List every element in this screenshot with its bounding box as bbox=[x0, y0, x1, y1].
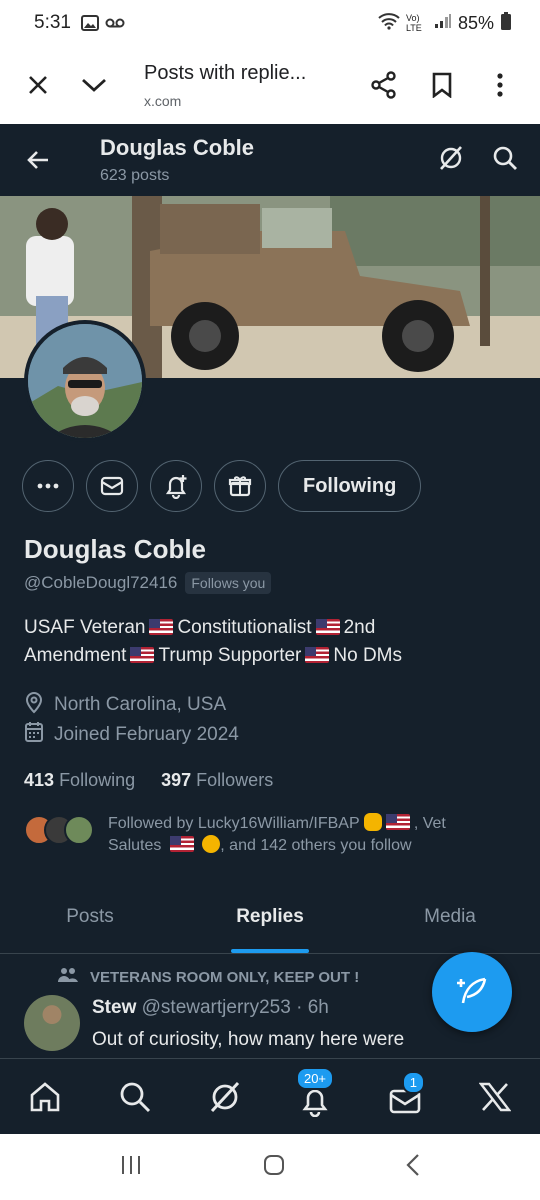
followers-label: Followers bbox=[196, 770, 274, 790]
tweet-text: Out of curiosity, how many here were bbox=[92, 1029, 405, 1050]
flexed-biceps-icon bbox=[363, 813, 382, 831]
saluting-face-icon bbox=[202, 835, 221, 853]
followed-by-part: Followed by Lucky16William/IFBAP bbox=[108, 815, 360, 832]
followed-by-row[interactable]: Followed by Lucky16William/IFBAP , Vet S… bbox=[24, 813, 508, 857]
following-label: Following bbox=[59, 770, 136, 790]
battery-percent: 85% bbox=[457, 12, 494, 33]
tweet-author-handle: @stewartjerry253 bbox=[141, 997, 291, 1018]
bio-text: No DMs bbox=[333, 645, 402, 666]
profile-avatar[interactable] bbox=[24, 320, 146, 442]
page-title: Posts with replie... bbox=[144, 61, 307, 84]
network-label: Vo) LTE bbox=[405, 13, 422, 33]
us-flag-icon bbox=[169, 836, 194, 852]
calendar-icon bbox=[24, 721, 44, 749]
close-icon[interactable] bbox=[18, 65, 58, 105]
bio-text: 2nd bbox=[343, 617, 376, 638]
x-logo-icon[interactable] bbox=[467, 1069, 523, 1125]
tweet-author-name[interactable]: Stew bbox=[92, 997, 136, 1018]
profile-bio: USAF Veteran Constitutionalist 2nd Amendme… bbox=[24, 614, 524, 670]
gift-button[interactable] bbox=[214, 460, 266, 512]
back-arrow-icon[interactable] bbox=[18, 140, 58, 180]
back-button-icon[interactable] bbox=[405, 1153, 421, 1182]
notifications-badge: 20+ bbox=[295, 1066, 335, 1090]
explore-search-icon[interactable] bbox=[107, 1069, 163, 1125]
home-icon[interactable] bbox=[17, 1069, 73, 1125]
status-time: 5:31 bbox=[34, 12, 71, 33]
us-flag-icon bbox=[315, 619, 340, 635]
following-count: 413 bbox=[24, 770, 55, 790]
wifi-icon bbox=[378, 12, 400, 35]
handle-row: @CobleDougl72416 Follows you bbox=[24, 572, 272, 594]
community-label: VETERANS ROOM ONLY, KEEP OUT ! bbox=[58, 967, 359, 987]
us-flag-icon bbox=[130, 647, 155, 663]
android-nav-bar bbox=[0, 1134, 540, 1200]
more-options-button[interactable] bbox=[22, 460, 74, 512]
page-url: x.com bbox=[144, 92, 182, 109]
battery-icon bbox=[500, 11, 512, 35]
messages-badge: 1 bbox=[401, 1070, 425, 1094]
signal-icon bbox=[434, 13, 452, 34]
follows-you-badge: Follows you bbox=[185, 572, 272, 594]
location-text: North Carolina, USA bbox=[54, 694, 227, 715]
tab-replies[interactable]: Replies bbox=[180, 880, 360, 953]
header-name: Douglas Coble bbox=[100, 135, 255, 160]
browser-toolbar: Posts with replie... x.com bbox=[0, 46, 540, 124]
user-handle: @CobleDougl72416 bbox=[24, 573, 178, 592]
bottom-nav: 20+ 1 bbox=[0, 1058, 540, 1134]
voicemail-icon bbox=[105, 17, 125, 29]
location-pin-icon bbox=[24, 690, 44, 720]
profile-actions: Following bbox=[22, 460, 422, 512]
bio-text: Amendment bbox=[24, 645, 127, 666]
joined-row: Joined February 2024 bbox=[24, 721, 239, 749]
followed-by-text: Followed by Lucky16William/IFBAP , Vet S… bbox=[108, 813, 508, 857]
profile-header: Douglas Coble 623 posts bbox=[0, 124, 540, 196]
us-flag-icon bbox=[385, 814, 410, 830]
followers-count: 397 bbox=[161, 770, 192, 790]
share-icon[interactable] bbox=[364, 65, 404, 105]
bookmark-icon[interactable] bbox=[422, 65, 462, 105]
compose-button[interactable] bbox=[432, 952, 512, 1032]
gallery-icon bbox=[80, 15, 99, 31]
grok-icon[interactable] bbox=[438, 145, 464, 176]
grok-nav-icon[interactable] bbox=[197, 1069, 253, 1125]
community-icon bbox=[58, 967, 78, 987]
profile-tabs: Posts Replies Media bbox=[0, 880, 540, 954]
followers-stat[interactable]: 397 Followers bbox=[161, 770, 273, 791]
messages-icon[interactable]: 1 bbox=[377, 1069, 433, 1125]
followed-by-part: , and 142 others you follow bbox=[220, 837, 412, 854]
display-name: Douglas Coble bbox=[24, 534, 207, 564]
mutual-avatars bbox=[24, 815, 106, 857]
following-button[interactable]: Following bbox=[278, 460, 422, 512]
home-button-icon[interactable] bbox=[262, 1153, 286, 1182]
tweet-time: · 6h bbox=[296, 997, 329, 1018]
header-post-count: 623 posts bbox=[100, 167, 170, 184]
more-vertical-icon[interactable] bbox=[480, 65, 520, 105]
us-flag-icon bbox=[305, 647, 330, 663]
bio-text: USAF Veteran bbox=[24, 617, 146, 638]
notify-bell-button[interactable] bbox=[150, 460, 202, 512]
followed-by-part: Salutes bbox=[108, 837, 162, 854]
followed-by-part: , Vet bbox=[413, 815, 446, 832]
notifications-icon[interactable]: 20+ bbox=[287, 1066, 343, 1125]
tab-media[interactable]: Media bbox=[360, 880, 540, 953]
tweet-author-avatar[interactable] bbox=[24, 995, 80, 1051]
message-button[interactable] bbox=[86, 460, 138, 512]
joined-text: Joined February 2024 bbox=[54, 724, 239, 745]
bio-text: Constitutionalist bbox=[177, 617, 312, 638]
location-row: North Carolina, USA bbox=[24, 690, 226, 720]
avatar bbox=[64, 815, 94, 845]
search-icon[interactable] bbox=[492, 145, 518, 176]
chevron-down-icon[interactable] bbox=[74, 65, 114, 105]
status-bar: 5:31 Vo) LTE 85% bbox=[0, 0, 540, 46]
bio-text: Trump Supporter bbox=[158, 645, 302, 666]
following-stat[interactable]: 413 Following bbox=[24, 770, 135, 791]
tweet-header: Stew @stewartjerry253 · 6h bbox=[92, 997, 329, 1019]
recent-apps-icon[interactable] bbox=[119, 1154, 143, 1181]
browser-title-block[interactable]: Posts with replie... x.com bbox=[144, 62, 364, 109]
us-flag-icon bbox=[149, 619, 174, 635]
tab-posts[interactable]: Posts bbox=[0, 880, 180, 953]
community-name: VETERANS ROOM ONLY, KEEP OUT ! bbox=[90, 968, 360, 986]
follow-stats: 413 Following 397 Followers bbox=[24, 770, 273, 791]
